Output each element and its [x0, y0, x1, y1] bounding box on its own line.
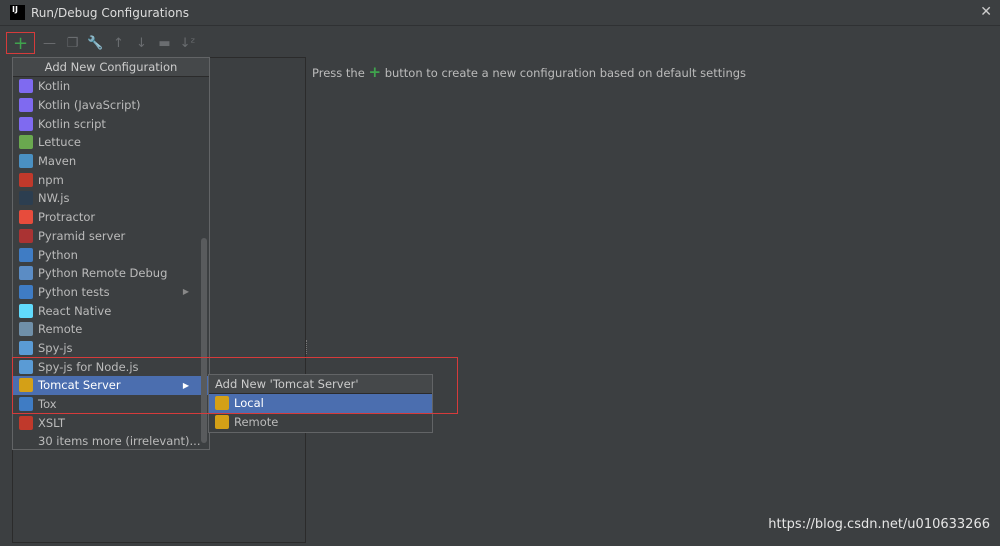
menu-item-spy-js-for-node-js[interactable]: Spy-js for Node.js [13, 357, 209, 376]
menu-scrollbar[interactable] [201, 238, 207, 443]
tomcat-submenu: Add New 'Tomcat Server' Configuration Lo… [208, 374, 433, 433]
config-type-icon [19, 154, 33, 169]
menu-item-python-tests[interactable]: Python tests ▶ [13, 283, 209, 302]
menu-item-label: Spy-js [38, 340, 73, 355]
config-type-icon [19, 378, 33, 393]
tomcat-icon [215, 396, 229, 411]
arrow-up-icon[interactable]: ↑ [110, 32, 127, 54]
config-type-icon [19, 191, 33, 206]
config-type-icon [19, 98, 33, 113]
hint-after: button to create a new configuration bas… [384, 66, 747, 80]
config-type-icon [19, 359, 33, 374]
watermark: https://blog.csdn.net/u010633266 [768, 517, 990, 532]
config-type-icon [19, 172, 33, 187]
config-type-icon [19, 415, 33, 430]
menu-item-label: Tomcat Server [38, 378, 121, 393]
config-type-icon [19, 247, 33, 262]
menu-item-python-remote-debug[interactable]: Python Remote Debug [13, 264, 209, 283]
menu-item-label: Tox [38, 397, 57, 412]
submenu-item-label: Remote [234, 415, 279, 430]
menu-item-label: Python [38, 247, 78, 262]
menu-item-label: React Native [38, 303, 112, 318]
menu-item-react-native[interactable]: React Native [13, 301, 209, 320]
config-type-icon [19, 116, 33, 131]
menu-item-npm[interactable]: npm [13, 170, 209, 189]
menu-item-kotlin[interactable]: Kotlin [13, 77, 209, 96]
window-title: Run/Debug Configurations [31, 5, 189, 20]
plus-icon: + [368, 63, 382, 81]
menu-item-label: NW.js [38, 191, 70, 206]
menu-item-label: Kotlin (JavaScript) [38, 98, 141, 113]
menu-item-xslt[interactable]: XSLT [13, 413, 209, 432]
menu-item-label: Lettuce [38, 135, 81, 150]
hint-text: Press the + button to create a new confi… [312, 63, 746, 81]
config-type-icon [19, 135, 33, 150]
menu-item-tox[interactable]: Tox [13, 395, 209, 414]
menu-item-label: Protractor [38, 210, 96, 225]
menu-item-label: Kotlin [38, 79, 71, 94]
hint-before: Press the [312, 66, 365, 80]
menu-header: Add New Configuration [13, 58, 209, 77]
add-new-configuration-menu: Add New Configuration Kotlin Kotlin (Java… [12, 57, 210, 450]
menu-item-label: XSLT [38, 415, 66, 430]
config-type-icon [19, 79, 33, 94]
submenu-header: Add New 'Tomcat Server' Configuration [209, 375, 432, 409]
menu-item-label: npm [38, 172, 64, 187]
menu-item-protractor[interactable]: Protractor [13, 208, 209, 227]
submenu-item-remote[interactable]: Remote [209, 413, 432, 432]
minus-icon[interactable]: — [41, 32, 58, 54]
menu-item-label: 30 items more (irrelevant)... [38, 434, 201, 449]
config-type-icon [19, 210, 33, 225]
config-type-icon [19, 322, 33, 337]
menu-item-label: Maven [38, 154, 77, 169]
menu-item-kotlin-script[interactable]: Kotlin script [13, 114, 209, 133]
wrench-icon[interactable]: 🔧 [87, 32, 104, 54]
menu-item-python[interactable]: Python [13, 245, 209, 264]
sort-icon[interactable]: ↓ᶻ [179, 32, 196, 54]
menu-item-lettuce[interactable]: Lettuce [13, 133, 209, 152]
menu-item-label: Python tests [38, 284, 110, 299]
arrow-down-icon[interactable]: ↓ [133, 32, 150, 54]
menu-item-label: Pyramid server [38, 228, 126, 243]
menu-item-remote[interactable]: Remote [13, 320, 209, 339]
menu-item-tomcat-server[interactable]: Tomcat Server ▶ [13, 376, 209, 395]
folder-icon[interactable]: ▬ [156, 32, 173, 54]
menu-item-label: Kotlin script [38, 116, 106, 131]
close-icon[interactable]: ✕ [980, 4, 992, 20]
menu-item-maven[interactable]: Maven [13, 152, 209, 171]
submenu-item-local[interactable]: Local [209, 394, 432, 413]
config-type-icon [19, 340, 33, 355]
submenu-arrow-icon: ▶ [182, 287, 189, 297]
toolbar: + — ❐ 🔧 ↑ ↓ ▬ ↓ᶻ [6, 32, 196, 54]
menu-item-label: Python Remote Debug [38, 266, 168, 281]
config-type-icon [19, 266, 33, 281]
menu-item-kotlin-javascript[interactable]: Kotlin (JavaScript) [13, 96, 209, 115]
menu-item-30-items-more-irrelevant[interactable]: 30 items more (irrelevant)... [13, 432, 209, 451]
app-logo-icon: IJ [10, 5, 25, 20]
menu-item-nw-js[interactable]: NW.js [13, 189, 209, 208]
tomcat-icon [215, 415, 229, 430]
config-type-icon [19, 303, 33, 318]
submenu-item-label: Local [234, 396, 264, 411]
config-type-icon [19, 434, 33, 448]
splitter-handle[interactable] [306, 340, 309, 354]
menu-item-label: Remote [38, 322, 83, 337]
config-type-icon [19, 228, 33, 243]
plus-icon[interactable]: + [6, 32, 35, 54]
menu-item-pyramid-server[interactable]: Pyramid server [13, 227, 209, 246]
submenu-arrow-icon: ▶ [182, 380, 189, 390]
menu-item-spy-js[interactable]: Spy-js [13, 339, 209, 358]
title-bar: IJ Run/Debug Configurations ✕ [0, 0, 1000, 26]
menu-item-label: Spy-js for Node.js [38, 359, 139, 374]
copy-icon[interactable]: ❐ [64, 32, 81, 54]
config-type-icon [19, 397, 33, 412]
config-type-icon [19, 284, 33, 299]
